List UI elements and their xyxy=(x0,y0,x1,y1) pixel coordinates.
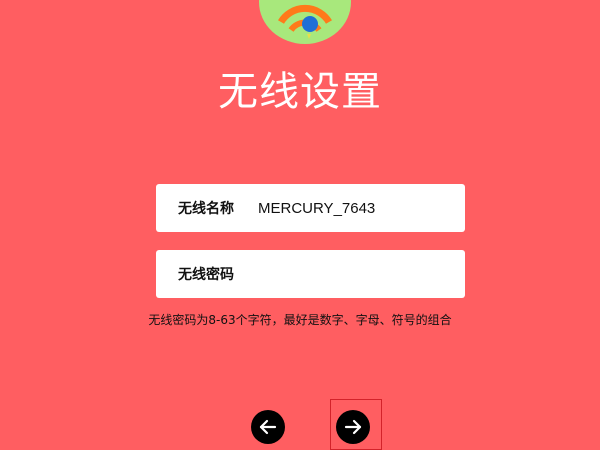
wireless-password-field[interactable]: 无线密码 xyxy=(156,250,465,298)
arrow-right-icon xyxy=(344,419,362,435)
page-title: 无线设置 xyxy=(218,69,382,115)
wireless-name-input[interactable] xyxy=(258,193,458,223)
wireless-settings-page: 无线设置 无线名称 无线密码 无线密码为8-63个字符，最好是数字、字母、符号的… xyxy=(0,0,600,450)
wifi-router-logo-icon xyxy=(259,0,351,44)
wireless-name-field[interactable]: 无线名称 xyxy=(156,184,465,232)
wireless-name-label: 无线名称 xyxy=(178,201,234,217)
wireless-password-label: 无线密码 xyxy=(178,267,234,283)
arrow-left-icon xyxy=(259,419,277,435)
wireless-password-input[interactable] xyxy=(258,259,458,289)
back-button[interactable] xyxy=(251,410,285,444)
password-hint: 无线密码为8-63个字符，最好是数字、字母、符号的组合 xyxy=(148,313,452,327)
next-button[interactable] xyxy=(336,410,370,444)
